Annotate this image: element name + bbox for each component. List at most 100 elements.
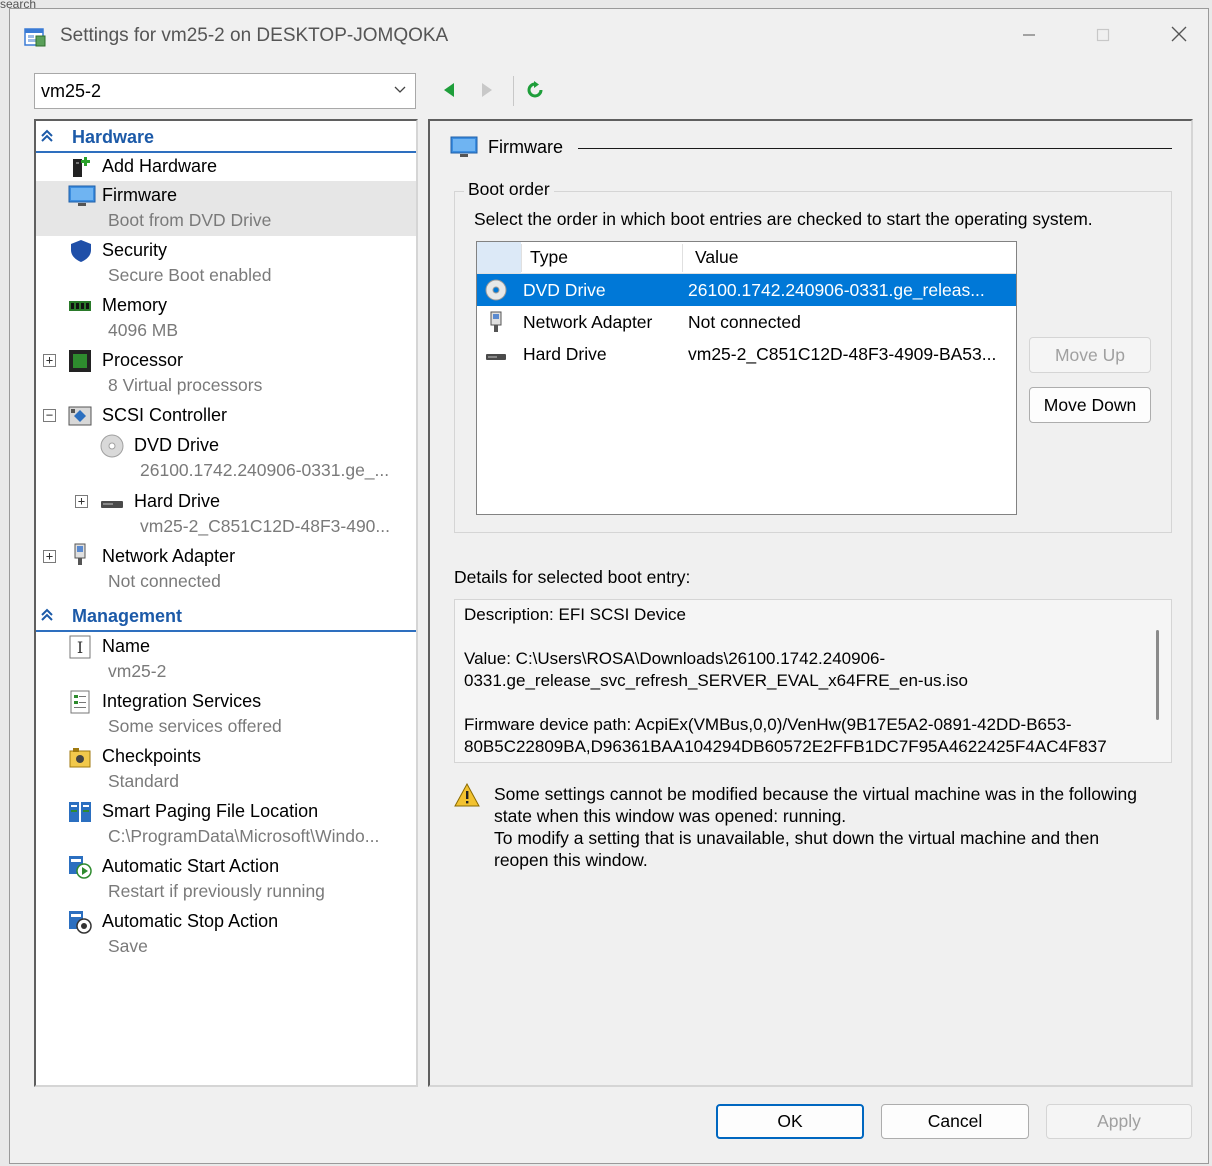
title-bar[interactable]: Settings for vm25-2 on DESKTOP-JOMQOKA: [10, 9, 1208, 65]
tree-item-label: Integration Services: [102, 691, 262, 711]
tree-item-hard-drive[interactable]: + Hard Drive vm25-2_C851C12D-48F3-490...: [36, 487, 416, 542]
expand-plus-icon[interactable]: +: [43, 550, 56, 563]
details-description: Description: EFI SCSI Device: [464, 605, 687, 624]
shield-icon: [71, 240, 91, 262]
tree-item-label: Automatic Start Action: [102, 856, 280, 876]
management-section-label: Management: [72, 606, 183, 626]
hardware-section-header[interactable]: Hardware: [36, 123, 416, 153]
column-divider: [521, 244, 522, 272]
tree-item-automatic-start-action[interactable]: Automatic Start Action Restart if previo…: [36, 852, 416, 907]
details-label: Details for selected boot entry:: [454, 567, 691, 587]
move-down-button[interactable]: Move Down: [1029, 387, 1151, 423]
svg-text:I: I: [77, 638, 83, 657]
maximize-icon: [1096, 28, 1110, 42]
settings-app-icon: [24, 28, 46, 47]
network-adapter-icon: [74, 543, 86, 565]
tree-item-label: Network Adapter: [102, 546, 236, 566]
tree-item-dvd-drive[interactable]: DVD Drive 26100.1742.240906-0331.ge_...: [36, 431, 416, 486]
minimize-button[interactable]: [1014, 23, 1044, 51]
expand-plus-icon[interactable]: +: [75, 495, 88, 508]
hardware-section-label: Hardware: [72, 127, 155, 147]
column-header-type[interactable]: Type: [530, 247, 568, 268]
tree-item-label: Smart Paging File Location: [102, 801, 319, 821]
firmware-monitor-icon: [68, 185, 96, 206]
tree-item-label: Checkpoints: [102, 746, 202, 766]
details-textbox[interactable]: Description: EFI SCSI Device Value: C:\U…: [454, 599, 1172, 763]
tree-item-label: Firmware: [102, 185, 177, 205]
boot-order-title: Boot order: [464, 179, 554, 200]
refresh-icon[interactable]: [526, 81, 544, 99]
minimize-icon: [1023, 34, 1035, 36]
tree-item-sublabel: C:\ProgramData\Microsoft\Windo...: [108, 826, 380, 846]
tree-item-network-adapter[interactable]: + Network Adapter Not connected: [36, 542, 416, 597]
warning-text-line-2: state when this window was opened: runni…: [494, 806, 847, 826]
details-scrollbar[interactable]: [1156, 630, 1159, 720]
details-device-path-line-1: Firmware device path: AcpiEx(VMBus,0,0)/…: [464, 715, 1072, 734]
tree-item-label: Add Hardware: [102, 156, 218, 176]
boot-entry-type: DVD Drive: [523, 280, 606, 300]
collapse-minus-icon[interactable]: −: [43, 409, 56, 422]
previous-arrow-icon[interactable]: [440, 81, 458, 99]
boot-order-list[interactable]: Type Value DVD Drive 26100.1742.240906-0…: [476, 241, 1017, 515]
dvd-disc-icon: [485, 279, 507, 301]
boot-order-description: Select the order in which boot entries a…: [474, 209, 1093, 229]
warning-text-line-1: Some settings cannot be modified because…: [494, 784, 1138, 804]
tree-item-label: Memory: [102, 295, 168, 315]
checkpoints-camera-icon: [69, 748, 91, 768]
next-arrow-icon[interactable]: [478, 81, 496, 99]
collapse-up-icon: [41, 608, 53, 621]
close-button[interactable]: [1164, 23, 1194, 51]
tree-item-sublabel: 26100.1742.240906-0331.ge_...: [140, 460, 390, 480]
tree-item-sublabel: Some services offered: [108, 716, 282, 736]
automatic-start-icon: [69, 856, 92, 879]
boot-list-header: Type Value: [477, 242, 1016, 274]
management-section-header[interactable]: Management: [36, 602, 416, 632]
boot-entry-row[interactable]: Network Adapter Not connected: [477, 306, 1016, 338]
move-up-button[interactable]: Move Up: [1029, 337, 1151, 373]
tree-item-label: Security: [102, 240, 168, 260]
scsi-controller-icon: [68, 406, 92, 426]
ok-button[interactable]: OK: [716, 1104, 864, 1139]
header-icon-column: [477, 242, 521, 273]
chevron-down-icon: [394, 86, 406, 93]
vm-selector-dropdown[interactable]: vm25-2: [34, 73, 416, 109]
warning-text-line-3: To modify a setting that is unavailable,…: [494, 828, 1100, 848]
collapse-up-icon: [41, 129, 53, 142]
processor-chip-icon: [69, 350, 91, 372]
details-device-path-line-2: 80B5C22809BA,D96361BAA104294DB60572E2FFB…: [464, 737, 1107, 756]
tree-item-sublabel: Boot from DVD Drive: [108, 210, 272, 230]
add-hardware-icon: [73, 157, 90, 177]
boot-entry-row[interactable]: Hard Drive vm25-2_C851C12D-48F3-4909-BA5…: [477, 338, 1016, 370]
tree-item-add-hardware[interactable]: Add Hardware: [36, 153, 416, 181]
tree-item-security[interactable]: Security Secure Boot enabled: [36, 236, 416, 291]
tree-item-automatic-stop-action[interactable]: Automatic Stop Action Save: [36, 907, 416, 962]
firmware-monitor-icon: [450, 136, 478, 157]
boot-entry-type: Hard Drive: [523, 344, 607, 364]
column-header-value[interactable]: Value: [695, 247, 738, 268]
smart-paging-icon: [69, 802, 91, 822]
tree-item-firmware[interactable]: Firmware Boot from DVD Drive: [36, 181, 416, 236]
tree-item-label: SCSI Controller: [102, 405, 228, 425]
tree-item-sublabel: Not connected: [108, 571, 221, 591]
tree-item-integration-services[interactable]: Integration Services Some services offer…: [36, 687, 416, 742]
tree-item-scsi-controller[interactable]: − SCSI Controller: [36, 401, 416, 429]
boot-entry-row[interactable]: DVD Drive 26100.1742.240906-0331.ge_rele…: [477, 274, 1016, 306]
settings-tree[interactable]: Hardware Add Hardware Firmware Boot from…: [34, 119, 418, 1087]
memory-chip-icon: [69, 301, 91, 311]
tree-item-label: Hard Drive: [134, 491, 221, 511]
tree-item-memory[interactable]: Memory 4096 MB: [36, 291, 416, 346]
hard-drive-icon: [101, 501, 123, 508]
expand-plus-icon[interactable]: +: [43, 354, 56, 367]
cancel-button[interactable]: Cancel: [881, 1104, 1029, 1139]
apply-button[interactable]: Apply: [1046, 1104, 1192, 1139]
tree-item-name[interactable]: I Name vm25-2: [36, 632, 416, 687]
automatic-stop-icon: [69, 911, 92, 934]
tree-item-sublabel: 4096 MB: [108, 320, 179, 340]
tree-item-smart-paging[interactable]: Smart Paging File Location C:\ProgramDat…: [36, 797, 416, 852]
boot-entry-value: Not connected: [688, 312, 801, 332]
tree-item-processor[interactable]: + Processor 8 Virtual processors: [36, 346, 416, 401]
vm-selector-value: vm25-2: [41, 81, 102, 101]
tree-item-checkpoints[interactable]: Checkpoints Standard: [36, 742, 416, 797]
tree-item-label: DVD Drive: [134, 435, 220, 455]
network-adapter-icon: [490, 311, 502, 332]
